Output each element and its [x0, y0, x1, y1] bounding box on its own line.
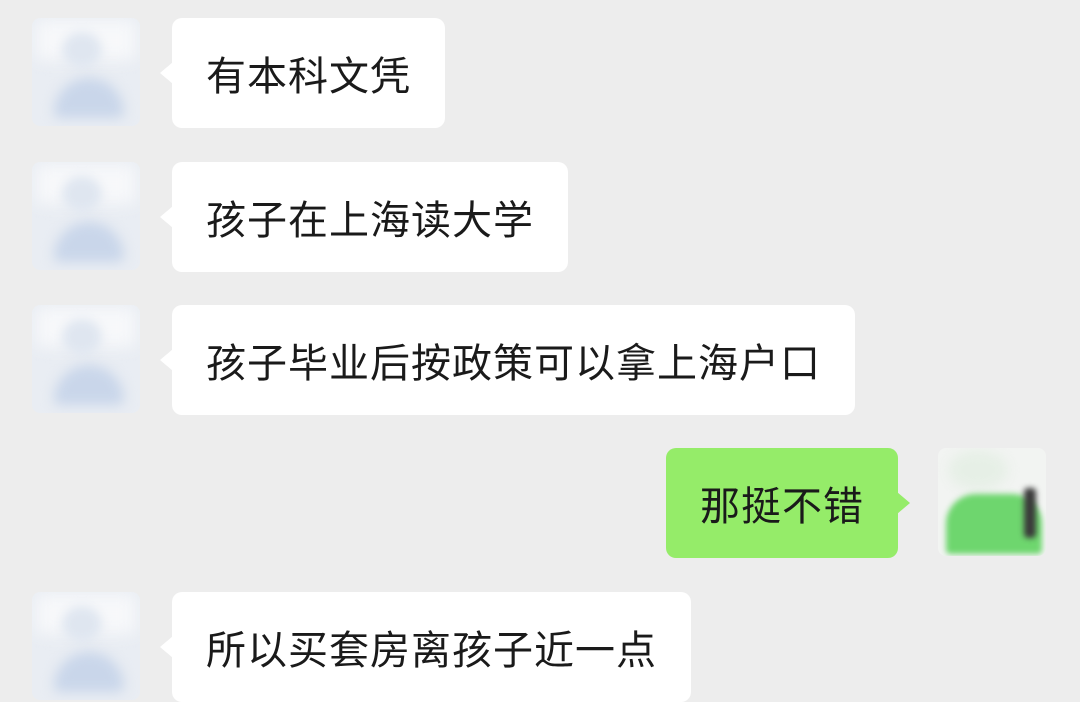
message-text: 孩子毕业后按政策可以拿上海户口	[206, 341, 821, 387]
message-row-incoming: 孩子在上海读大学	[0, 162, 1080, 272]
contact-avatar[interactable]	[32, 305, 140, 413]
message-row-incoming: 孩子毕业后按政策可以拿上海户口	[0, 305, 1080, 415]
message-text: 孩子在上海读大学	[206, 198, 534, 244]
contact-avatar[interactable]	[32, 592, 140, 700]
contact-avatar[interactable]	[32, 162, 140, 270]
message-text: 所以买套房离孩子近一点	[206, 628, 657, 674]
message-row-incoming: 所以买套房离孩子近一点	[0, 592, 1080, 702]
contact-avatar[interactable]	[32, 18, 140, 126]
message-text: 有本科文凭	[206, 54, 411, 100]
message-bubble[interactable]: 孩子在上海读大学	[160, 162, 568, 272]
message-bubble[interactable]: 有本科文凭	[160, 18, 445, 128]
message-text: 那挺不错	[700, 484, 864, 530]
chat-conversation: 有本科文凭 孩子在上海读大学 孩子毕业后按政策可以拿上海户口 那挺不错 所以买套…	[0, 0, 1080, 702]
message-bubble[interactable]: 所以买套房离孩子近一点	[160, 592, 691, 702]
self-avatar[interactable]	[938, 448, 1046, 556]
message-bubble[interactable]: 孩子毕业后按政策可以拿上海户口	[160, 305, 855, 415]
message-row-incoming: 有本科文凭	[0, 18, 1080, 128]
message-row-outgoing: 那挺不错	[0, 448, 1080, 558]
message-bubble[interactable]: 那挺不错	[666, 448, 910, 558]
